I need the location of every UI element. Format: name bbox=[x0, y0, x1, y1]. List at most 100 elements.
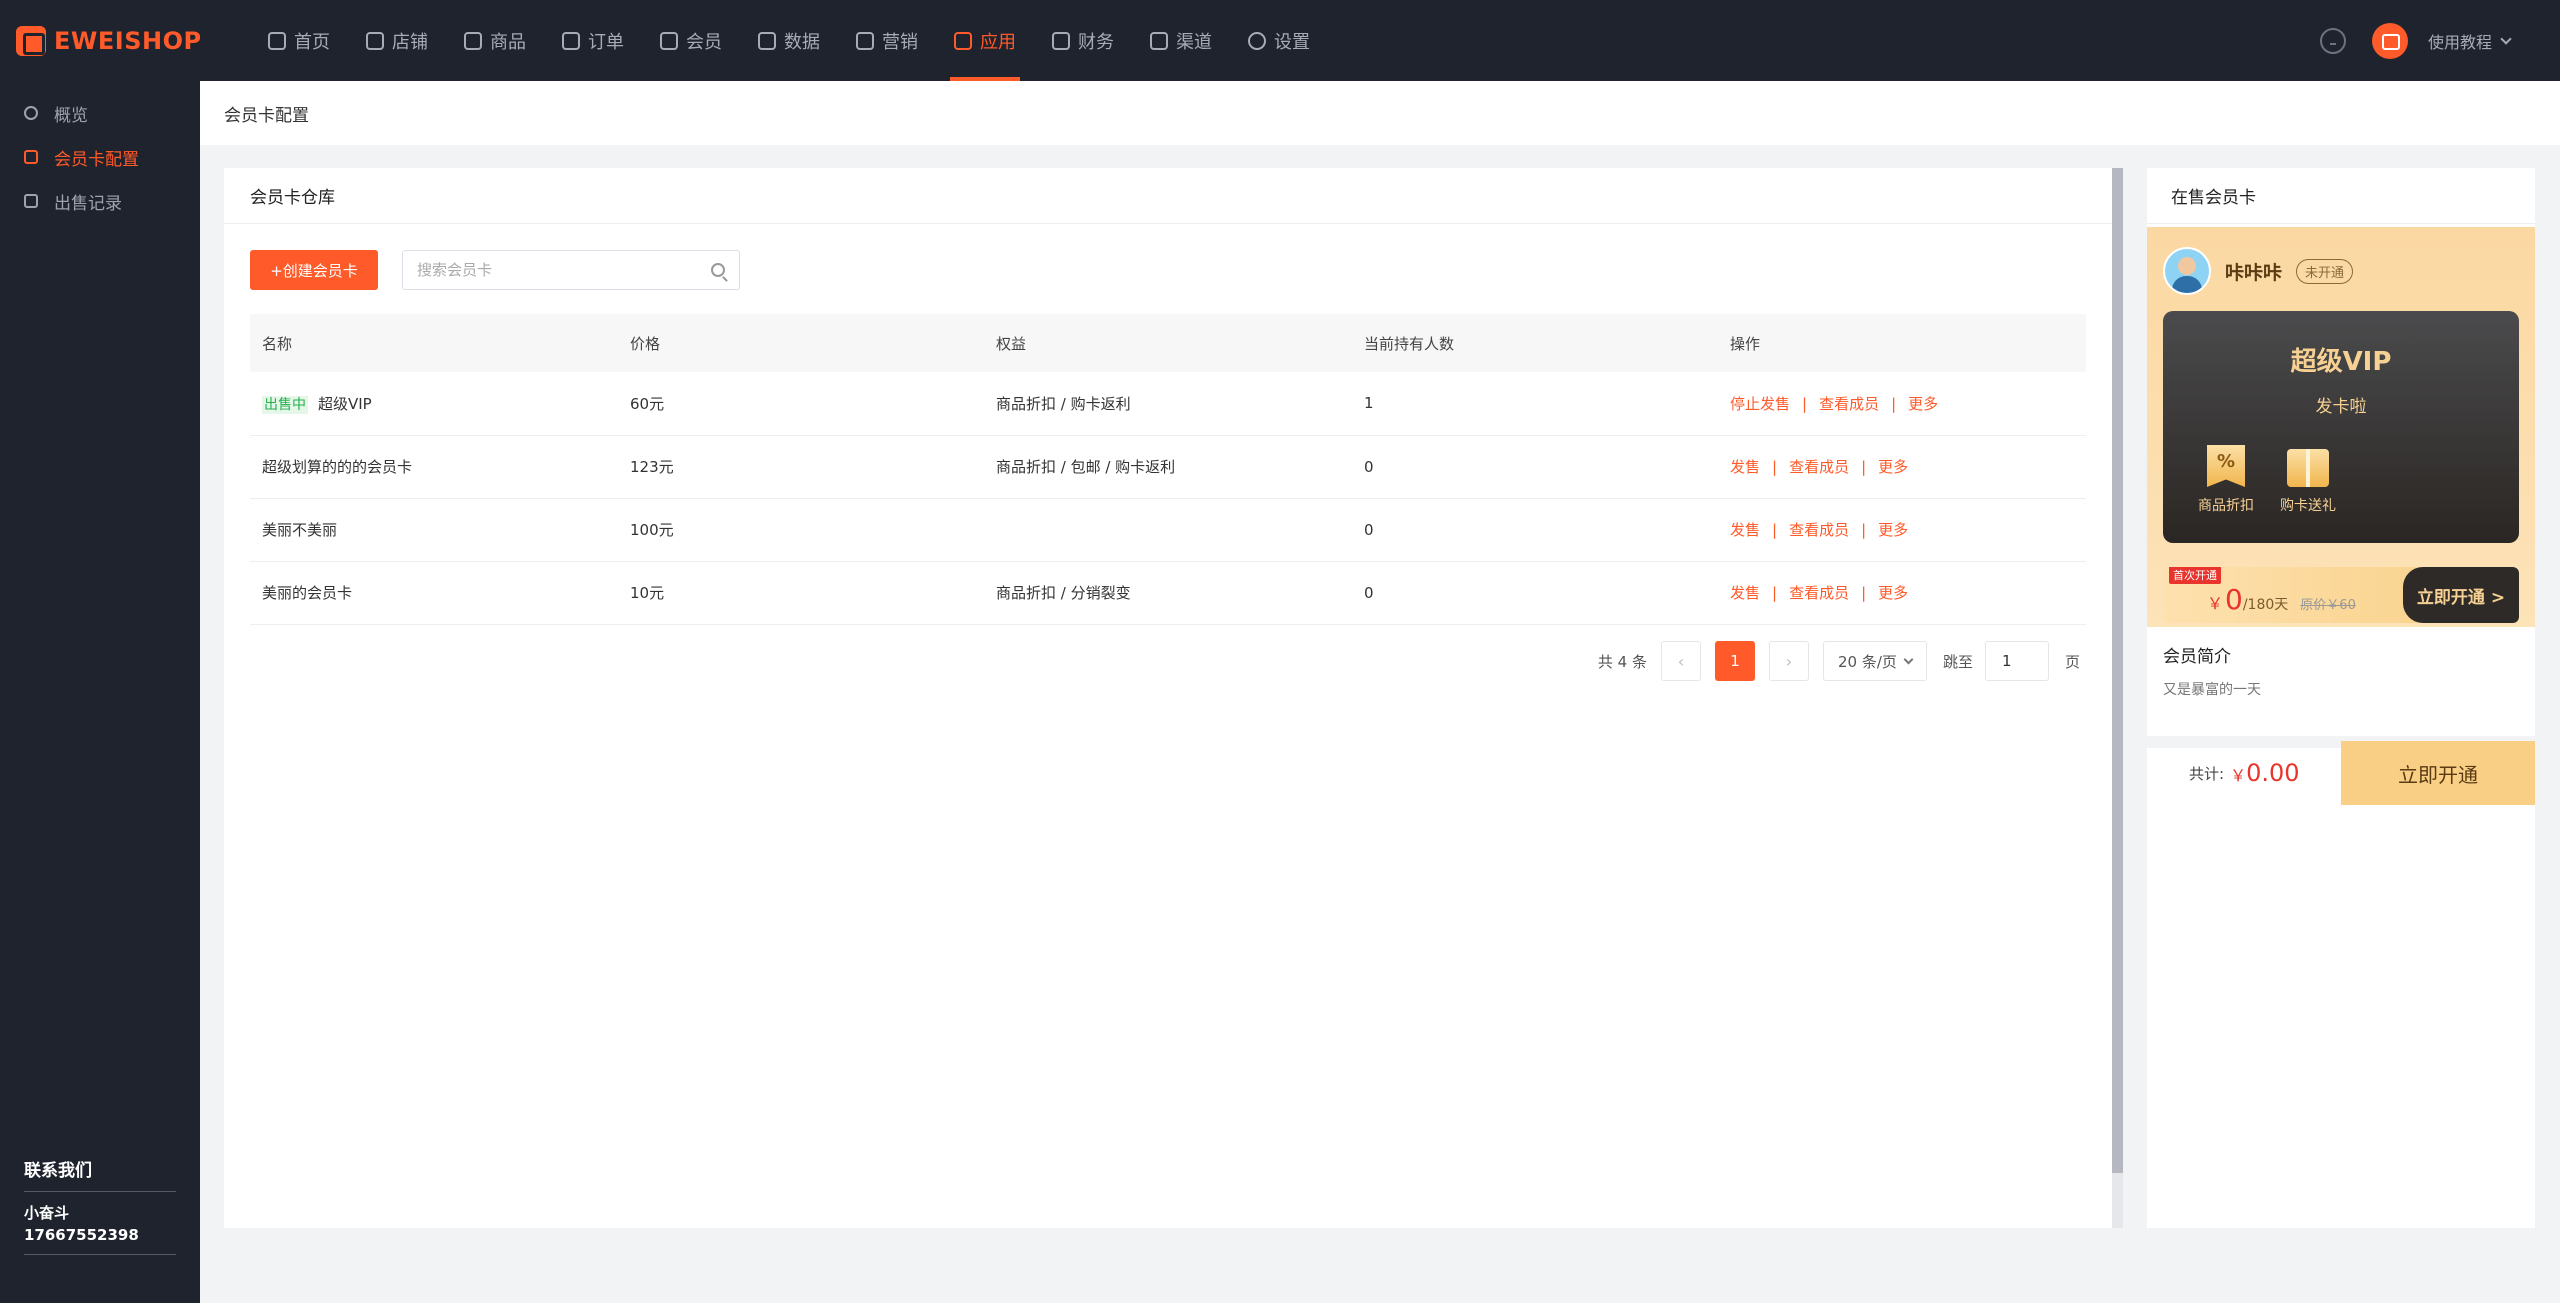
prev-page-button[interactable]: ‹ bbox=[1660, 641, 1701, 681]
card-price: 100元 bbox=[630, 521, 674, 539]
clock-icon bbox=[24, 106, 38, 120]
more-button[interactable]: 更多 bbox=[1908, 395, 1938, 413]
open-now-button[interactable]: 立即开通 > bbox=[2403, 567, 2519, 623]
sidebar-item-card-config[interactable]: 会员卡配置 bbox=[0, 135, 200, 179]
card-price: 60元 bbox=[630, 394, 665, 413]
card-price: 10元 bbox=[630, 584, 665, 602]
start-sale-button[interactable]: 发售 bbox=[1730, 458, 1760, 476]
page-label: 页 bbox=[2064, 652, 2080, 671]
original-price: 原价￥60 bbox=[2300, 597, 2356, 613]
nav-member[interactable]: 会员 bbox=[642, 0, 740, 81]
view-members-button[interactable]: 查看成员 bbox=[1789, 584, 1849, 602]
brand-logo[interactable]: EWEISHOP bbox=[16, 25, 236, 56]
search-icon[interactable] bbox=[711, 263, 725, 277]
col-actions: 操作 bbox=[1730, 334, 1761, 353]
contact-phone: 17667552398 bbox=[24, 1224, 176, 1255]
stop-sale-button[interactable]: 停止发售 bbox=[1730, 395, 1790, 413]
contact-title: 联系我们 bbox=[24, 1156, 176, 1192]
search-input[interactable] bbox=[417, 261, 697, 279]
breadcrumb: 会员卡配置 bbox=[200, 81, 2560, 145]
nav-apps[interactable]: 应用 bbox=[936, 0, 1034, 81]
card-name: 美丽不美丽 bbox=[262, 521, 338, 539]
buy-bar: 首次开通 ￥ 0 /180天 原价￥60 立即开通 > bbox=[2163, 567, 2519, 623]
card-title: 超级VIP bbox=[2290, 347, 2392, 377]
scrollbar-thumb[interactable] bbox=[2112, 168, 2123, 1173]
record-icon bbox=[24, 194, 38, 208]
contact-block: 联系我们 小奋斗 17667552398 bbox=[24, 1156, 176, 1255]
nav-store[interactable]: 店铺 bbox=[348, 0, 446, 81]
chevron-down-icon bbox=[1903, 654, 1914, 664]
table-row: 美丽不美丽 100元 0 发售 | 查看成员 | 更多 bbox=[250, 498, 2086, 561]
nav-home[interactable]: 首页 bbox=[250, 0, 348, 81]
card-name: 美丽的会员卡 bbox=[262, 584, 353, 602]
col-price: 价格 bbox=[630, 334, 661, 353]
page-number-current[interactable]: 1 bbox=[1714, 641, 1755, 681]
panel-scrollbar[interactable] bbox=[2112, 168, 2123, 1228]
search-box bbox=[402, 250, 740, 290]
vip-card-area: 咔咔咔 未开通 超级VIP 发卡啦 商品折扣 购卡送礼 首次开通 ￥ 0 bbox=[2147, 227, 2535, 627]
start-sale-button[interactable]: 发售 bbox=[1730, 521, 1760, 539]
start-sale-button[interactable]: 发售 bbox=[1730, 584, 1760, 602]
price-period: /180天 bbox=[2242, 596, 2289, 613]
sidebar-item-overview[interactable]: 概览 bbox=[0, 91, 200, 135]
sidebar-item-sales-record[interactable]: 出售记录 bbox=[0, 179, 200, 223]
page-size-select[interactable]: 20 条/页 bbox=[1822, 641, 1927, 681]
checkout-button[interactable]: 立即开通 bbox=[2341, 741, 2535, 805]
card-warehouse-panel: 会员卡仓库 +创建会员卡 名称 价格 权益 当前持有人数 操作 出售中超级VIP… bbox=[224, 168, 2112, 1228]
card-rights bbox=[984, 498, 1352, 561]
view-members-button[interactable]: 查看成员 bbox=[1789, 521, 1849, 539]
tutorial-link[interactable]: 使用教程 bbox=[2428, 29, 2492, 53]
logo-icon bbox=[16, 25, 46, 56]
nav-settings[interactable]: 设置 bbox=[1230, 0, 1328, 81]
view-members-button[interactable]: 查看成员 bbox=[1789, 458, 1849, 476]
contact-name: 小奋斗 bbox=[24, 1204, 70, 1222]
download-icon[interactable] bbox=[2319, 27, 2346, 54]
jump-page-input[interactable] bbox=[1984, 641, 2049, 681]
benefit-list: 商品折扣 购卡送礼 bbox=[2163, 417, 2519, 515]
toolbar: +创建会员卡 bbox=[224, 224, 2112, 290]
discount-icon bbox=[2207, 445, 2245, 487]
create-card-button[interactable]: +创建会员卡 bbox=[250, 250, 378, 290]
card-name: 超级划算的的的会员卡 bbox=[262, 458, 413, 476]
more-button[interactable]: 更多 bbox=[1878, 584, 1908, 602]
card-name: 超级VIP bbox=[318, 394, 372, 413]
nav-data[interactable]: 数据 bbox=[740, 0, 838, 81]
nav-marketing[interactable]: 营销 bbox=[838, 0, 936, 81]
price-value: 0 bbox=[2225, 582, 2243, 616]
nav-channel[interactable]: 渠道 bbox=[1132, 0, 1230, 81]
goods-icon bbox=[464, 31, 482, 50]
benefit-discount: 商品折扣 bbox=[2185, 445, 2267, 515]
total-label: 共计: bbox=[2189, 764, 2225, 783]
nav-finance[interactable]: 财务 bbox=[1034, 0, 1132, 81]
gear-icon bbox=[1248, 31, 1266, 50]
panel-title: 会员卡仓库 bbox=[224, 168, 2112, 224]
card-table: 名称 价格 权益 当前持有人数 操作 出售中 超级VIP 60元 商品折扣 / 购… bbox=[250, 314, 2086, 625]
page-title: 会员卡配置 bbox=[224, 105, 309, 126]
user-name: 咔咔咔 bbox=[2225, 261, 2283, 284]
benefit-gift: 购卡送礼 bbox=[2267, 445, 2349, 515]
tag-icon bbox=[856, 31, 874, 50]
chevron-down-icon[interactable] bbox=[2500, 32, 2512, 45]
jump-label: 跳至 bbox=[1942, 652, 1973, 671]
total-count: 共 4 条 bbox=[1597, 652, 1647, 671]
intro-text: 又是暴富的一天 bbox=[2163, 682, 2261, 698]
more-button[interactable]: 更多 bbox=[1878, 458, 1908, 476]
channel-icon bbox=[1150, 31, 1168, 50]
view-members-button[interactable]: 查看成员 bbox=[1819, 395, 1879, 413]
shop-avatar[interactable] bbox=[2371, 22, 2408, 59]
first-open-tag: 首次开通 bbox=[2169, 567, 2221, 584]
table-row: 超级划算的的的会员卡 123元 商品折扣 / 包邮 / 购卡返利 0 发售 | 查看… bbox=[250, 435, 2086, 498]
preview-title: 在售会员卡 bbox=[2147, 168, 2535, 224]
nav-order[interactable]: 订单 bbox=[544, 0, 642, 81]
user-row: 咔咔咔 未开通 bbox=[2147, 227, 2535, 295]
col-holders: 当前持有人数 bbox=[1364, 334, 1455, 353]
next-page-button[interactable]: › bbox=[1768, 641, 1809, 681]
more-button[interactable]: 更多 bbox=[1878, 521, 1908, 539]
nav-goods[interactable]: 商品 bbox=[446, 0, 544, 81]
table-row: 美丽的会员卡 10元 商品折扣 / 分销裂变 0 发售 | 查看成员 | 更多 bbox=[250, 561, 2086, 624]
card-holders: 0 bbox=[1364, 583, 1374, 602]
main-nav: 首页 店铺 商品 订单 会员 数据 营销 应用 财务 渠道 设置 bbox=[250, 0, 1328, 81]
home-icon bbox=[268, 31, 286, 50]
app-icon bbox=[954, 31, 972, 50]
card-icon bbox=[24, 150, 38, 164]
